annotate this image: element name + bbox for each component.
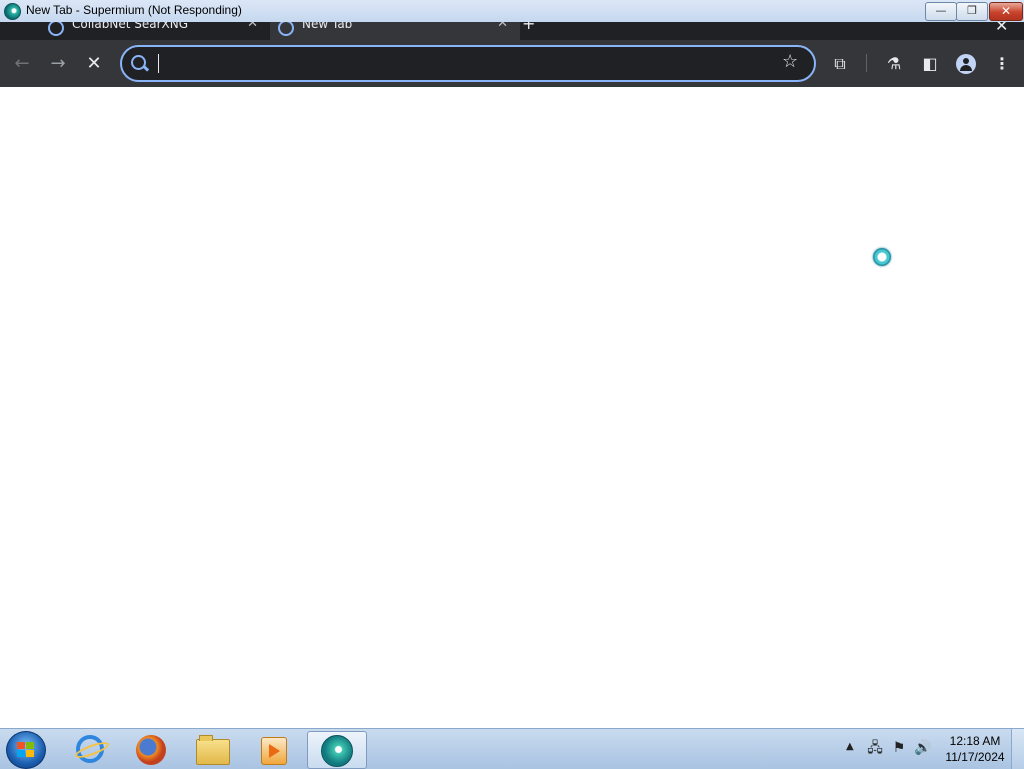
taskbar-media-player[interactable] — [244, 731, 302, 767]
clock-time: 12:18 AM — [949, 734, 1001, 748]
taskbar-supermium[interactable] — [307, 731, 367, 769]
minimize-icon: — — [935, 4, 947, 17]
close-window-button[interactable]: ✕ — [989, 2, 1023, 21]
supermium-icon — [321, 735, 353, 767]
show-hidden-icons-button[interactable]: ▲ — [846, 741, 854, 752]
tab-new-tab[interactable]: New Tab ✕ — [270, 22, 520, 40]
profile-icon — [956, 54, 976, 74]
network-icon[interactable]: 🖧 — [866, 739, 884, 757]
folder-icon — [196, 735, 230, 765]
clock-date: 11/17/2024 — [945, 750, 1005, 764]
taskbar-file-explorer[interactable] — [182, 731, 240, 767]
menu-kebab-icon[interactable]: ⋮ — [990, 52, 1014, 76]
window-title-bar: New Tab - Supermium (Not Responding) — ❐… — [0, 0, 1024, 23]
taskbar: ▲ 🖧 ⚑ 🔊 12:18 AM 11/17/2024 — [0, 728, 1024, 769]
busy-cursor-icon — [873, 248, 891, 266]
stop-loading-button[interactable]: ✕ — [82, 52, 106, 76]
minimize-button[interactable]: — — [925, 2, 957, 21]
taskbar-firefox[interactable] — [120, 731, 178, 767]
show-desktop-button[interactable] — [1011, 729, 1024, 769]
globe-icon — [278, 22, 294, 36]
side-panel-icon[interactable]: ◧ — [918, 52, 942, 76]
profile-avatar-button[interactable] — [954, 52, 978, 76]
search-icon — [131, 55, 146, 70]
address-bar[interactable]: ☆ — [120, 45, 816, 82]
bookmark-star-icon[interactable]: ☆ — [782, 51, 798, 72]
forward-button[interactable]: → — [46, 52, 70, 76]
internet-explorer-icon — [76, 735, 104, 763]
firefox-icon — [136, 735, 166, 765]
close-icon: ✕ — [1000, 4, 1012, 18]
address-input[interactable] — [156, 52, 780, 76]
action-center-flag-icon[interactable]: ⚑ — [890, 739, 908, 757]
restore-icon: ❐ — [967, 4, 977, 17]
browser-close-icon[interactable]: ✕ — [995, 22, 1008, 35]
restore-button[interactable]: ❐ — [956, 2, 988, 21]
search-icon — [48, 22, 64, 36]
new-tab-button[interactable]: + — [522, 22, 535, 33]
windows-logo-icon — [17, 742, 35, 758]
supermium-app-icon — [4, 3, 21, 20]
window-title: New Tab - Supermium (Not Responding) — [26, 3, 242, 17]
back-button[interactable]: ← — [10, 52, 34, 76]
tab-strip: CollabNet SearXNG ✕ New Tab ✕ + ✕ — [0, 22, 1024, 40]
page-content — [0, 87, 1024, 728]
tab-label: New Tab — [302, 22, 353, 31]
tab-close-icon[interactable]: ✕ — [247, 22, 258, 31]
start-button[interactable] — [6, 731, 46, 769]
tab-collabnet-searxng[interactable]: CollabNet SearXNG ✕ — [40, 22, 270, 40]
extensions-puzzle-icon[interactable]: ⧉ — [828, 52, 852, 76]
tab-close-icon[interactable]: ✕ — [497, 22, 508, 31]
volume-icon[interactable]: 🔊 — [914, 739, 932, 757]
media-player-icon — [261, 737, 287, 765]
tab-label: CollabNet SearXNG — [72, 22, 189, 31]
taskbar-internet-explorer[interactable] — [60, 731, 118, 767]
toolbar-divider — [866, 54, 867, 72]
browser-toolbar: ← → ✕ ☆ ⧉ ⚗ ◧ ⋮ — [0, 40, 1024, 87]
labs-flask-icon[interactable]: ⚗ — [882, 52, 906, 76]
system-clock[interactable]: 12:18 AM 11/17/2024 — [940, 733, 1010, 765]
